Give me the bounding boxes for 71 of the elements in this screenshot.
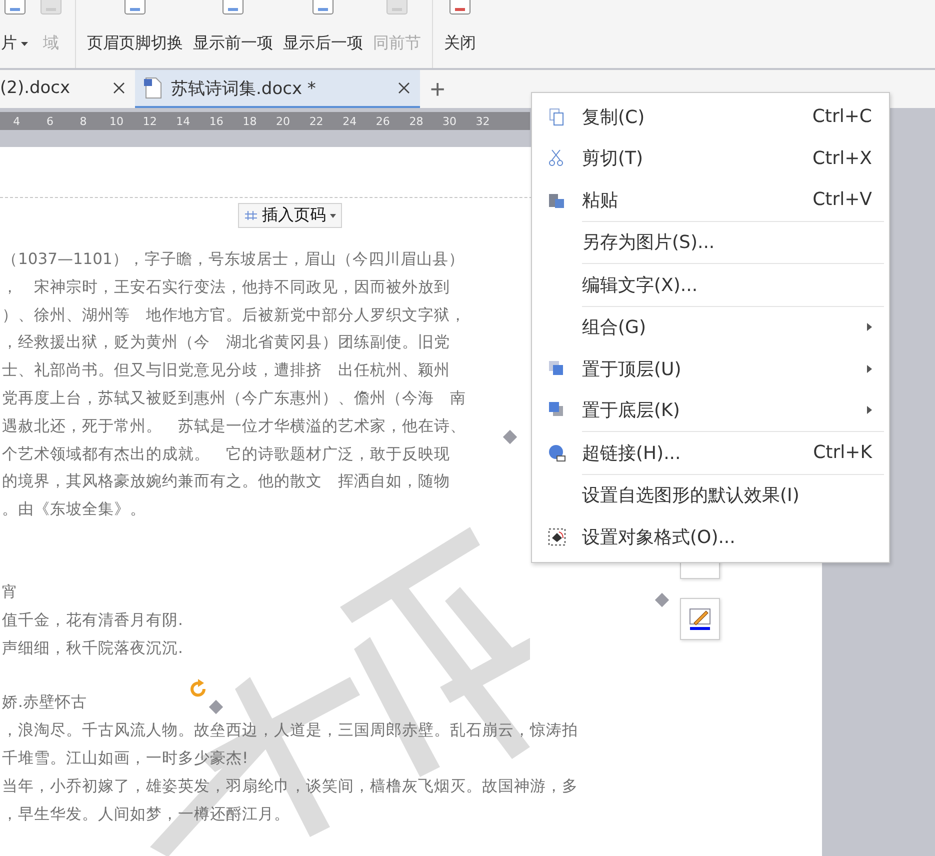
ruler-number: 28: [408, 114, 424, 128]
caret-icon: [330, 214, 336, 218]
toolbar-button[interactable]: 关闭: [432, 0, 481, 68]
insert-page-number-button[interactable]: 插入页码: [238, 203, 342, 228]
text-line: 值千金，花有清香月有阴.: [1, 610, 183, 631]
text-line: 千堆雪。江山如画，一时多少豪杰!: [1, 748, 248, 769]
copy-icon: [548, 108, 566, 126]
close-icon[interactable]: [398, 82, 410, 94]
tab-label: (2).docx: [0, 78, 72, 98]
menu-item[interactable]: 超链接(H)... Ctrl+K: [532, 432, 889, 474]
menu-item[interactable]: 编辑文字(X)...: [532, 264, 889, 306]
text-line: ，早生华发。人间如梦，一樽还酹江月。: [1, 804, 290, 825]
toolbar-button[interactable]: 片: [0, 0, 33, 68]
format-object-icon: [548, 528, 566, 546]
ruler-number: 22: [308, 114, 324, 128]
ruler-number: 12: [142, 114, 158, 128]
hash-icon: [244, 210, 258, 222]
toolbar-button[interactable]: 显示后一项: [278, 0, 368, 68]
ruler-number: 4: [12, 114, 22, 128]
toolbar-icon: [38, 0, 64, 16]
menu-item[interactable]: 组合(G): [532, 306, 889, 348]
toolbar-button[interactable]: 显示前一项: [188, 0, 278, 68]
menu-item[interactable]: 设置自选图形的默认效果(I): [532, 474, 889, 516]
caret-icon: [21, 42, 28, 46]
ruler-number: 18: [242, 114, 258, 128]
document-tab[interactable]: (2).docx: [0, 70, 135, 108]
ruler-number: 16: [208, 114, 224, 128]
text-line: 当年，小乔初嫁了，雄姿英发，羽扇纶巾，谈笑间，樯橹灰飞烟灭。故国神游，多: [1, 776, 578, 797]
ruler-number: 24: [342, 114, 358, 128]
rotate-handle-icon[interactable]: [188, 679, 208, 699]
ruler-number: 32: [474, 114, 491, 128]
menu-item[interactable]: 设置对象格式(O)...: [532, 516, 889, 558]
ruler-number: 30: [442, 114, 458, 128]
document-icon: [143, 77, 163, 99]
text-line: 士、礼部尚书。但又与旧党意见分歧，遭排挤 出任杭州、颖州: [1, 360, 450, 382]
text-line: ，经救援出狱，贬为黄州（今 湖北省黄冈县）团练副使。旧党: [1, 332, 450, 354]
menu-item[interactable]: 粘贴 Ctrl+V: [532, 179, 889, 220]
ruler-number: 10: [108, 114, 125, 128]
text-line: 宵: [1, 582, 18, 603]
text-line: 的境界，其风格豪放婉约兼而有之。他的散文 挥洒自如，随物: [1, 471, 450, 492]
text-line: 党再度上台，苏轼又被贬到惠州（今广东惠州）、儋州（今海 南: [1, 388, 466, 409]
tab-label: 苏轼诗词集.docx *: [171, 78, 317, 100]
ruler-number: 14: [175, 114, 192, 128]
scissors-icon: [548, 149, 566, 168]
text-line: 娇.赤壁怀古: [1, 692, 87, 714]
close-icon[interactable]: [113, 82, 125, 94]
text-line: ，浪淘尽。千古风流人物。故垒西边，人道是，三国周郎赤壁。乱石崩云，惊涛拍: [1, 720, 578, 742]
ruler-number: 6: [45, 114, 54, 128]
pencil-icon: [688, 607, 712, 631]
new-tab-button[interactable]: +: [420, 70, 456, 108]
globe-link-icon: [548, 444, 566, 462]
menu-item[interactable]: 剪切(T) Ctrl+X: [532, 138, 889, 179]
menu-item[interactable]: 置于底层(K): [532, 390, 889, 431]
text-line: 。由《东坡全集》。: [1, 499, 146, 520]
toolbar-button[interactable]: 页眉页脚切换: [75, 0, 188, 68]
ruler-number: 26: [374, 114, 391, 128]
menu-item[interactable]: 置于顶层(U): [532, 348, 889, 390]
ruler-number: 8: [78, 114, 88, 128]
text-line: ， 宋神宗时，王安石实行变法，他持不同政见，因而被外放到: [1, 276, 450, 298]
menu-item[interactable]: 另存为图片(S)...: [532, 222, 889, 263]
text-line: ）、徐州、湖州等 地作地方官。后被新党中部分人罗织文字狱，: [1, 304, 466, 326]
bring-front-icon: [548, 360, 566, 378]
text-line: 个艺术领域都有杰出的成就。 它的诗歌题材广泛，敢于反映现: [1, 444, 450, 465]
menu-item[interactable]: 复制(C) Ctrl+C: [532, 96, 889, 138]
text-line: 遇赦北还，死于常州。 苏轼是一位才华横溢的艺术家，他在诗、: [1, 416, 466, 437]
text-line: （1037—1101），字子瞻，号东坡居士，眉山（今四川眉山县）: [1, 249, 464, 270]
document-tab[interactable]: 苏轼诗词集.docx *: [135, 70, 420, 108]
toolbar-icon: [384, 0, 410, 16]
edit-shape-button[interactable]: [680, 598, 720, 640]
ruler-number: 20: [275, 114, 292, 128]
text-line: 声细细，秋千院落夜沉沉.: [1, 638, 183, 659]
